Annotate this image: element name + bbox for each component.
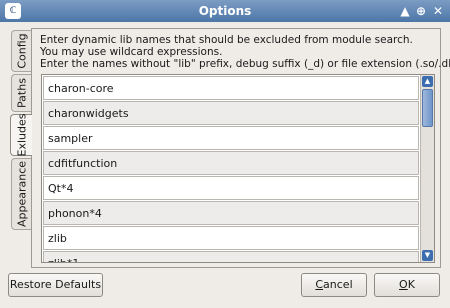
list-item[interactable]: charon-core bbox=[43, 76, 419, 100]
list-item[interactable]: phonon*4 bbox=[43, 201, 419, 225]
tab-paths[interactable]: Paths bbox=[11, 74, 31, 112]
keep-above-icon[interactable]: ▲ bbox=[397, 3, 413, 19]
restore-defaults-button[interactable]: Restore Defaults bbox=[8, 273, 103, 297]
exludes-panel: Enter dynamic lib names that should be e… bbox=[31, 28, 450, 268]
info-text: Enter dynamic lib names that should be e… bbox=[40, 34, 450, 70]
scroll-down-icon[interactable]: ▼ bbox=[422, 250, 433, 261]
list-item[interactable]: sampler bbox=[43, 126, 419, 150]
title-bar: ℂ Options ▲ ⊕ ✕ bbox=[0, 0, 450, 22]
tab-exludes-label: Exludes bbox=[15, 113, 28, 157]
close-icon[interactable]: ✕ bbox=[430, 3, 446, 19]
tab-paths-label: Paths bbox=[15, 78, 28, 108]
info-line-2: You may use wildcard expressions. bbox=[40, 46, 223, 58]
cancel-label-rest: ancel bbox=[323, 278, 353, 291]
cancel-mnemonic: C bbox=[315, 278, 324, 291]
cancel-button[interactable]: Cancel bbox=[301, 273, 367, 297]
list-item[interactable]: zlib*1 bbox=[43, 251, 419, 262]
list-item[interactable]: cdfitfunction bbox=[43, 151, 419, 175]
list-item[interactable]: Qt*4 bbox=[43, 176, 419, 200]
scroll-up-icon[interactable]: ▲ bbox=[422, 76, 433, 87]
pin-icon[interactable]: ⊕ bbox=[413, 3, 429, 19]
tab-config[interactable]: Config bbox=[11, 30, 31, 72]
list-item[interactable]: charonwidgets bbox=[43, 101, 419, 125]
list-item[interactable]: zlib bbox=[43, 226, 419, 250]
tab-appearance[interactable]: Appearance bbox=[11, 158, 31, 230]
tab-appearance-label: Appearance bbox=[15, 160, 28, 228]
ok-button[interactable]: OK bbox=[374, 273, 440, 297]
ok-mnemonic: O bbox=[399, 278, 408, 291]
tab-config-label: Config bbox=[15, 33, 28, 69]
ok-label-rest: K bbox=[407, 278, 415, 291]
exclude-list-items: charon-core charonwidgets sampler cdfitf… bbox=[42, 75, 420, 262]
window-title: Options bbox=[198, 4, 252, 18]
scrollbar-thumb[interactable] bbox=[422, 89, 433, 127]
info-line-1: Enter dynamic lib names that should be e… bbox=[40, 34, 413, 46]
info-line-3: Enter the names without "lib" prefix, de… bbox=[40, 58, 450, 70]
exclude-list[interactable]: charon-core charonwidgets sampler cdfitf… bbox=[41, 74, 435, 263]
vertical-scrollbar[interactable]: ▲ ▼ bbox=[420, 75, 434, 262]
tab-exludes[interactable]: Exludes bbox=[10, 114, 32, 156]
